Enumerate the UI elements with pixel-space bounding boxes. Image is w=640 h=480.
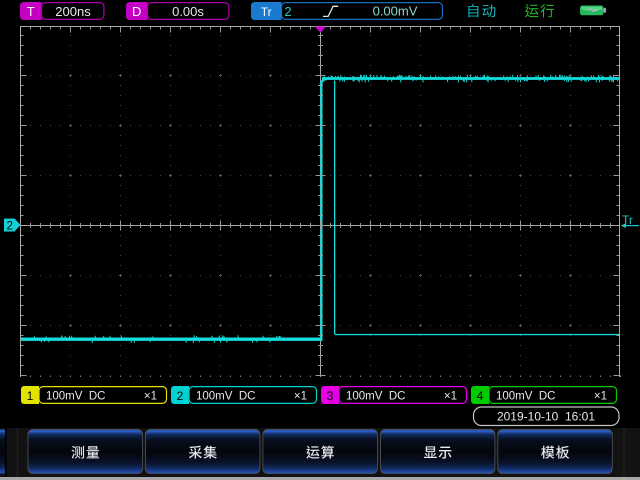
svg-text:×1: ×1 <box>144 391 157 403</box>
svg-text:100mV DC: 100mV DC <box>196 391 255 403</box>
svg-text:1: 1 <box>27 389 34 403</box>
svg-text:Tr: Tr <box>261 5 272 19</box>
svg-text:0.00s: 0.00s <box>172 4 204 19</box>
svg-text:100mV DC: 100mV DC <box>46 391 105 403</box>
svg-text:2019-10-10 16:01: 2019-10-10 16:01 <box>497 410 595 424</box>
svg-text:3: 3 <box>327 389 334 403</box>
svg-text:2: 2 <box>284 4 291 19</box>
svg-text:2: 2 <box>6 221 12 233</box>
svg-text:D: D <box>132 4 141 19</box>
svg-text:4: 4 <box>477 389 484 403</box>
svg-text:100mV DC: 100mV DC <box>346 391 405 403</box>
svg-text:100mV DC: 100mV DC <box>496 391 555 403</box>
svg-text:×1: ×1 <box>444 391 457 403</box>
svg-text:200ns: 200ns <box>55 4 91 19</box>
svg-text:×1: ×1 <box>594 391 607 403</box>
svg-text:×1: ×1 <box>294 391 307 403</box>
svg-text:0.00mV: 0.00mV <box>373 4 418 19</box>
svg-text:2: 2 <box>177 389 184 403</box>
svg-text:T: T <box>27 4 35 19</box>
